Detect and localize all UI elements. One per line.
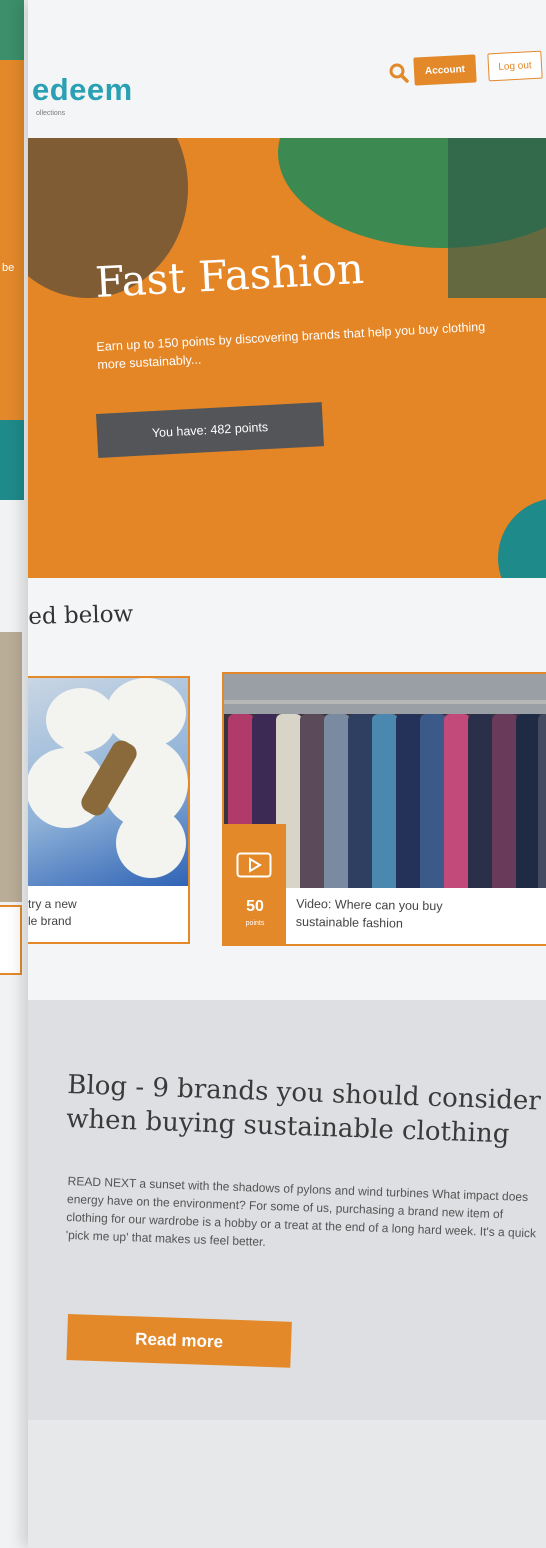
cotton-image	[28, 678, 188, 886]
back-page-fragment: be	[2, 262, 15, 274]
main-page: edeem ollections Account Log out Fast Fa…	[28, 0, 546, 1548]
section-title: ed below	[28, 601, 134, 630]
activity-card-brand[interactable]: try a new le brand	[28, 676, 190, 944]
logout-button[interactable]: Log out	[487, 50, 543, 82]
back-card	[0, 905, 22, 975]
card-label-line1: try a new	[28, 897, 77, 911]
card-label-line2: le brand	[28, 914, 72, 928]
badge-unit: points	[245, 920, 265, 927]
play-icon	[236, 852, 272, 878]
background-page: be	[0, 0, 28, 1548]
card-label-line2: sustainable fashion	[295, 914, 403, 931]
clothing-rail	[224, 700, 546, 704]
hero-shape-green-dark	[448, 138, 546, 298]
read-more-button[interactable]: Read more	[66, 1314, 292, 1368]
points-badge: 50 points	[224, 824, 286, 944]
card-label: Video: Where can you buy sustainable fas…	[296, 895, 443, 934]
account-button[interactable]: Account	[413, 54, 477, 86]
logo[interactable]: edeem	[32, 72, 133, 108]
activity-card-video[interactable]: 50 points Video: Where can you buy susta…	[222, 672, 546, 946]
hero-shape-teal	[498, 498, 546, 578]
search-icon[interactable]	[388, 62, 410, 84]
back-card-image	[0, 632, 22, 902]
logo-subtitle: ollections	[36, 110, 66, 117]
footer	[28, 1420, 546, 1548]
card-label: try a new le brand	[28, 896, 77, 930]
back-hero-teal	[0, 420, 24, 500]
badge-points: 50	[246, 898, 264, 915]
